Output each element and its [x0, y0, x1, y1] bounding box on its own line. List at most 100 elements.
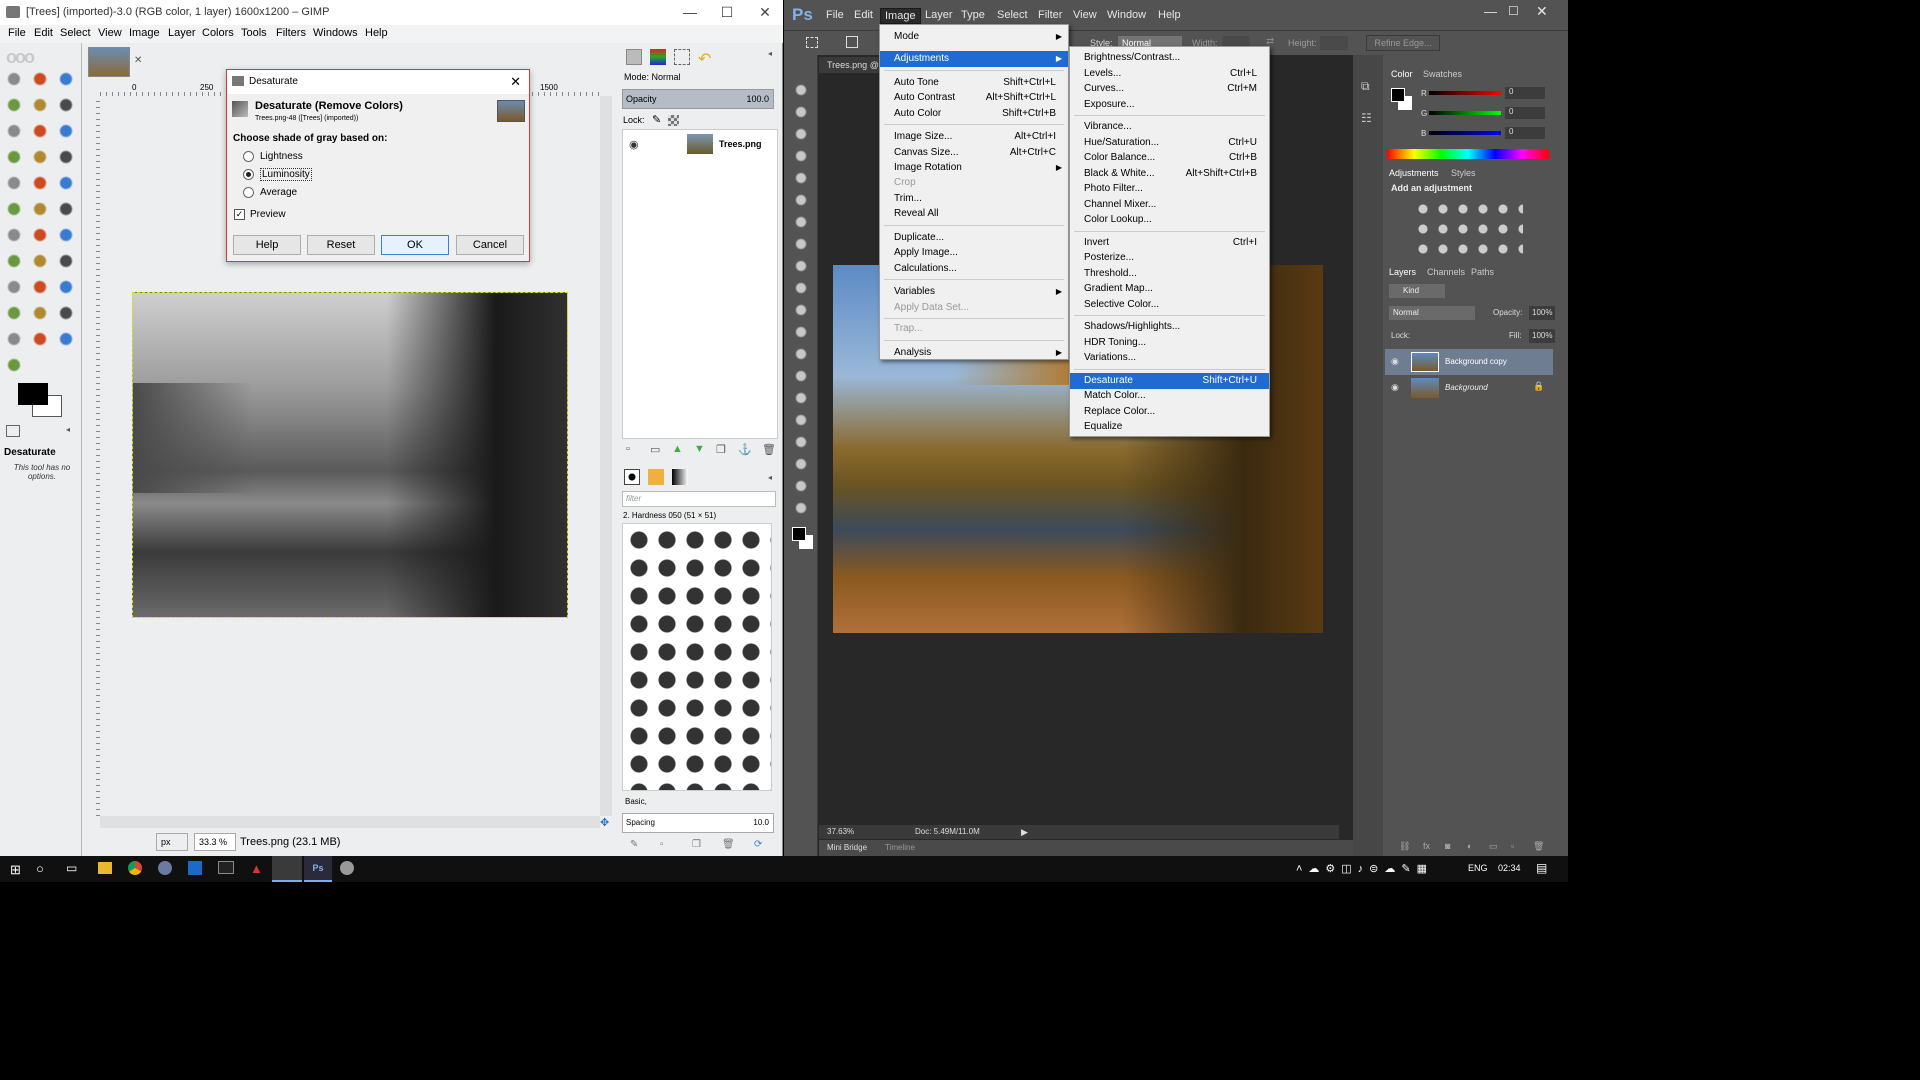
paths-tab-icon[interactable]: [674, 49, 690, 65]
paths-tool-icon[interactable]: [30, 121, 50, 141]
ellipse-select-tool-icon[interactable]: [30, 69, 50, 89]
ps-menu-help[interactable]: Help: [1158, 9, 1181, 21]
mini-bridge-tab[interactable]: Mini Bridge: [827, 840, 867, 856]
move-tool-icon[interactable]: [56, 147, 76, 167]
new-brush-icon[interactable]: ▫: [660, 839, 664, 850]
adjustments-item-desaturate[interactable]: Desaturate Shift+Ctrl+U: [1070, 372, 1269, 389]
adjustments-item-curves[interactable]: Curves... Ctrl+M: [1070, 81, 1269, 97]
ps-foreground-color[interactable]: [792, 527, 806, 541]
adjustments-item-posterize[interactable]: Posterize...: [1070, 250, 1269, 266]
ps-layer-eye-icon[interactable]: ◉: [1391, 356, 1399, 367]
fill-value[interactable]: 100%: [1529, 329, 1555, 343]
channels-tab[interactable]: Channels: [1427, 267, 1465, 277]
adjustments-item-photo-filter[interactable]: Photo Filter...: [1070, 181, 1269, 197]
ps-gradient-tool-icon[interactable]: [794, 325, 808, 339]
app-icon-3[interactable]: [158, 861, 172, 875]
new-group-icon[interactable]: ▭: [650, 443, 660, 456]
reset-button[interactable]: Reset: [307, 235, 375, 255]
gimp-menu-file[interactable]: File: [8, 27, 26, 39]
adjustments-item-hdr-toning[interactable]: HDR Toning...: [1070, 335, 1269, 351]
lock-alpha-icon[interactable]: [668, 115, 679, 126]
adjustments-item-vibrance[interactable]: Vibrance...: [1070, 119, 1269, 135]
raise-layer-icon[interactable]: ▲: [672, 443, 683, 455]
image-menu-item-apply-image[interactable]: Apply Image...: [880, 245, 1068, 261]
gimp-menu-view[interactable]: View: [98, 27, 122, 39]
adjustments-item-channel-mixer[interactable]: Channel Mixer...: [1070, 197, 1269, 213]
ps-close-button[interactable]: ✕: [1536, 3, 1548, 20]
ps-eyedropper-tool-icon[interactable]: [794, 193, 808, 207]
adjustments-item-exposure[interactable]: Exposure...: [1070, 97, 1269, 113]
layers-tab[interactable]: Layers: [1389, 267, 1416, 277]
channels-tab-icon[interactable]: [650, 49, 666, 65]
adjustments-item-color-balance[interactable]: Color Balance... Ctrl+B: [1070, 150, 1269, 166]
task-view-icon[interactable]: ▭: [66, 861, 77, 875]
crop-tool-icon[interactable]: [30, 173, 50, 193]
preview-checkbox[interactable]: ✓: [234, 209, 245, 220]
image-menu-item-calculations[interactable]: Calculations...: [880, 261, 1068, 277]
ps-marquee-tool-icon[interactable]: [794, 105, 808, 119]
gimp-image-canvas[interactable]: [132, 292, 568, 618]
brush-preset-select[interactable]: Basic,: [622, 795, 776, 809]
gimp-menu-image[interactable]: Image: [129, 27, 160, 39]
document-tab[interactable]: Trees.png @: [819, 57, 881, 73]
adjustment-icons[interactable]: [1413, 199, 1523, 259]
clone-tool-icon[interactable]: [30, 303, 50, 323]
gimp-menu-colors[interactable]: Colors: [202, 27, 234, 39]
delete-brush-icon[interactable]: 🗑: [722, 839, 735, 850]
image-menu-item-image-rotation[interactable]: Image Rotation ▶: [880, 160, 1068, 176]
height-input[interactable]: [1320, 36, 1348, 50]
ps-menu-file[interactable]: File: [826, 9, 844, 21]
adjustments-item-color-lookup[interactable]: Color Lookup...: [1070, 212, 1269, 228]
free-select-tool-icon[interactable]: [56, 69, 76, 89]
gimp-menu-windows[interactable]: Windows: [313, 27, 358, 39]
adjustments-item-match-color[interactable]: Match Color...: [1070, 388, 1269, 404]
adjustments-item-equalize[interactable]: Equalize: [1070, 419, 1269, 435]
brush-filter-input[interactable]: filter: [622, 491, 776, 507]
brush-dock-menu-icon[interactable]: ◂: [768, 473, 772, 482]
shear-tool-icon[interactable]: [30, 199, 50, 219]
photoshop-taskbar-icon[interactable]: Ps: [304, 856, 332, 882]
gimp-taskbar-icon[interactable]: [272, 856, 302, 882]
b-slider[interactable]: [1429, 131, 1501, 135]
select-by-color-tool-icon[interactable]: [30, 95, 50, 115]
ps-minimize-button[interactable]: —: [1484, 4, 1497, 19]
brushes-tab-icon[interactable]: [624, 469, 640, 485]
styles-tab[interactable]: Styles: [1451, 168, 1476, 178]
new-fill-layer-icon[interactable]: ◐: [1467, 841, 1472, 851]
ps-blur-tool-icon[interactable]: [794, 347, 808, 361]
rotate-tool-icon[interactable]: [56, 173, 76, 193]
image-menu-item-canvas-size[interactable]: Canvas Size... Alt+Ctrl+C: [880, 145, 1068, 161]
ps-path-select-tool-icon[interactable]: [794, 435, 808, 449]
duplicate-layer-icon[interactable]: ❐: [716, 443, 726, 456]
language-indicator[interactable]: ENG: [1468, 863, 1488, 873]
ps-menu-image[interactable]: Image: [880, 8, 921, 24]
layer-name[interactable]: Trees.png: [719, 139, 762, 149]
layer-opacity-value[interactable]: 100%: [1529, 306, 1555, 320]
marquee-tool-icon[interactable]: [806, 37, 818, 48]
luminosity-radio[interactable]: [243, 169, 254, 180]
patterns-tab-icon[interactable]: [648, 469, 664, 485]
heal-tool-icon[interactable]: [56, 303, 76, 323]
link-layers-icon[interactable]: ⛓: [1399, 841, 1410, 852]
layers-tab-icon[interactable]: [626, 49, 642, 65]
g-value[interactable]: 0: [1505, 107, 1545, 119]
ps-menu-edit[interactable]: Edit: [854, 9, 873, 21]
gimp-maximize-button[interactable]: ☐: [707, 0, 747, 25]
ps-menu-type[interactable]: Type: [961, 9, 985, 21]
refresh-brushes-icon[interactable]: ⟳: [754, 839, 762, 850]
ps-clone-stamp-tool-icon[interactable]: [794, 259, 808, 273]
ps-pen-tool-icon[interactable]: [794, 391, 808, 405]
layer-visibility-eye-icon[interactable]: ◉: [629, 138, 639, 151]
image-tab[interactable]: [88, 47, 130, 77]
image-menu-item-auto-contrast[interactable]: Auto Contrast Alt+Shift+Ctrl+L: [880, 90, 1068, 106]
mask-icon[interactable]: ◙: [1445, 841, 1450, 851]
option-lightness[interactable]: Lightness: [243, 151, 303, 162]
swatches-tab[interactable]: Swatches: [1423, 69, 1462, 79]
ok-button[interactable]: OK: [381, 235, 449, 255]
gimp-menu-filters[interactable]: Filters: [276, 27, 306, 39]
search-icon[interactable]: ○: [36, 861, 44, 876]
ink-tool-icon[interactable]: [4, 303, 24, 323]
terminal-icon[interactable]: [218, 861, 234, 874]
ps-brush-tool-icon[interactable]: [794, 237, 808, 251]
undo-tab-icon[interactable]: ↶: [698, 49, 711, 69]
